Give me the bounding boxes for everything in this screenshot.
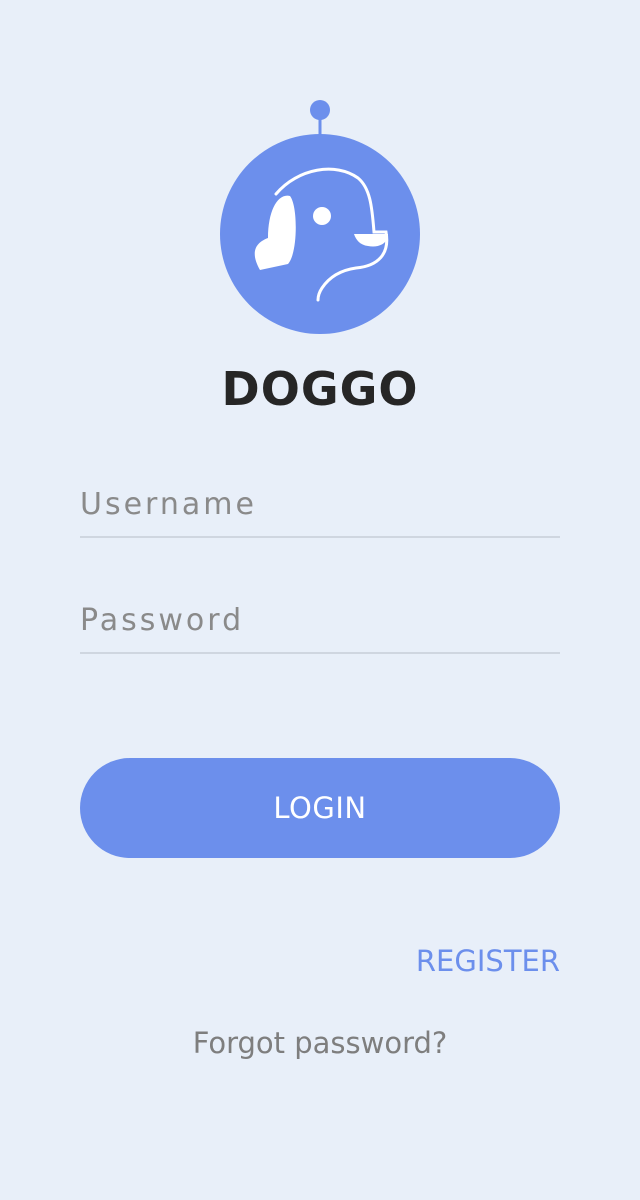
app-name: DOGGO	[221, 362, 419, 416]
forgot-password-link[interactable]: Forgot password?	[0, 1022, 640, 1064]
register-link[interactable]: REGISTER	[416, 940, 560, 982]
username-input[interactable]	[80, 476, 560, 532]
password-input[interactable]	[80, 592, 560, 648]
app-logo	[218, 98, 422, 338]
password-field	[80, 592, 560, 654]
login-button[interactable]: LOGIN	[80, 758, 560, 858]
username-field	[80, 476, 560, 538]
dog-face-icon	[220, 100, 420, 334]
